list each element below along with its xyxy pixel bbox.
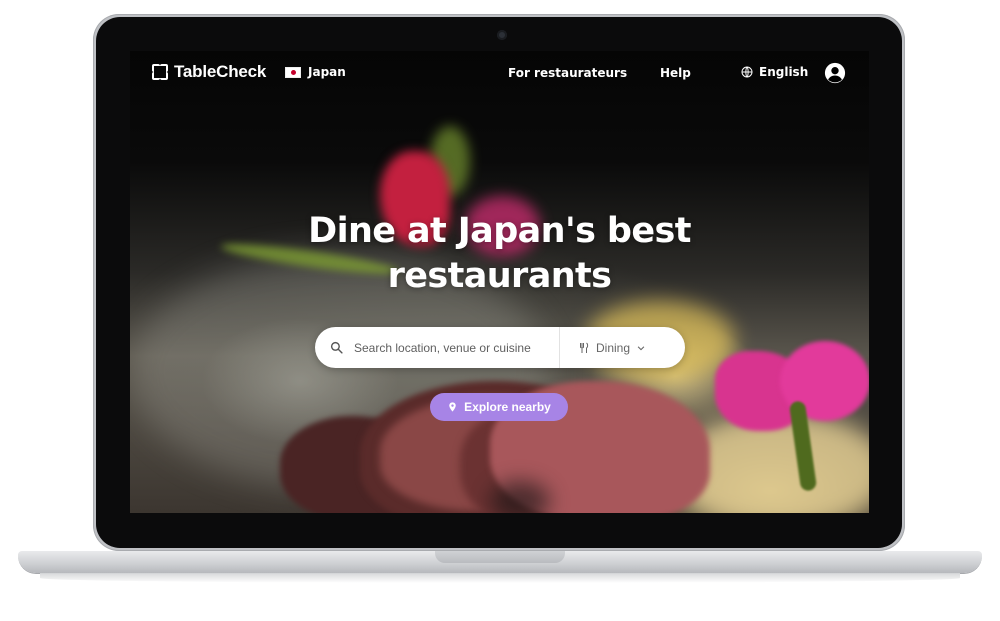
search-bar: Dining <box>315 327 685 368</box>
language-selector[interactable]: English <box>741 65 808 79</box>
country-selector[interactable]: Japan <box>285 65 346 79</box>
laptop-mockup: TableCheck Japan For restaurateurs Help … <box>0 0 1000 621</box>
search-input[interactable] <box>352 339 556 356</box>
globe-icon <box>741 66 753 78</box>
top-navigation: TableCheck Japan For restaurateurs Help … <box>130 51 869 95</box>
help-link[interactable]: Help <box>660 66 691 80</box>
explore-nearby-button[interactable]: Explore nearby <box>430 393 568 421</box>
user-account-icon[interactable] <box>824 62 846 84</box>
brand-logo[interactable]: TableCheck <box>152 62 266 82</box>
utensils-icon <box>580 342 589 353</box>
category-dropdown[interactable]: Dining <box>560 341 646 355</box>
category-label: Dining <box>596 340 631 355</box>
shadow <box>490 481 550 513</box>
country-label: Japan <box>308 65 346 79</box>
search-icon <box>330 341 343 354</box>
location-pin-icon <box>449 402 456 412</box>
search-field-wrapper[interactable] <box>315 327 560 368</box>
language-label: English <box>759 65 809 79</box>
laptop-opening-notch <box>435 551 565 563</box>
webcam <box>497 30 507 40</box>
chevron-down-icon <box>637 345 645 350</box>
explore-nearby-label: Explore nearby <box>464 400 551 414</box>
tablecheck-logo-icon <box>152 64 168 80</box>
hero-headline: Dine at Japan's best restaurants <box>130 209 869 299</box>
hero-headline-line-2: restaurants <box>387 256 612 296</box>
brand-name: TableCheck <box>174 62 267 81</box>
hero-headline-line-1: Dine at Japan's best <box>308 211 691 251</box>
website-screen: TableCheck Japan For restaurateurs Help … <box>130 51 869 513</box>
for-restaurateurs-link[interactable]: For restaurateurs <box>508 66 627 80</box>
laptop-base-shadow <box>40 573 960 583</box>
japan-flag-icon <box>285 66 301 78</box>
